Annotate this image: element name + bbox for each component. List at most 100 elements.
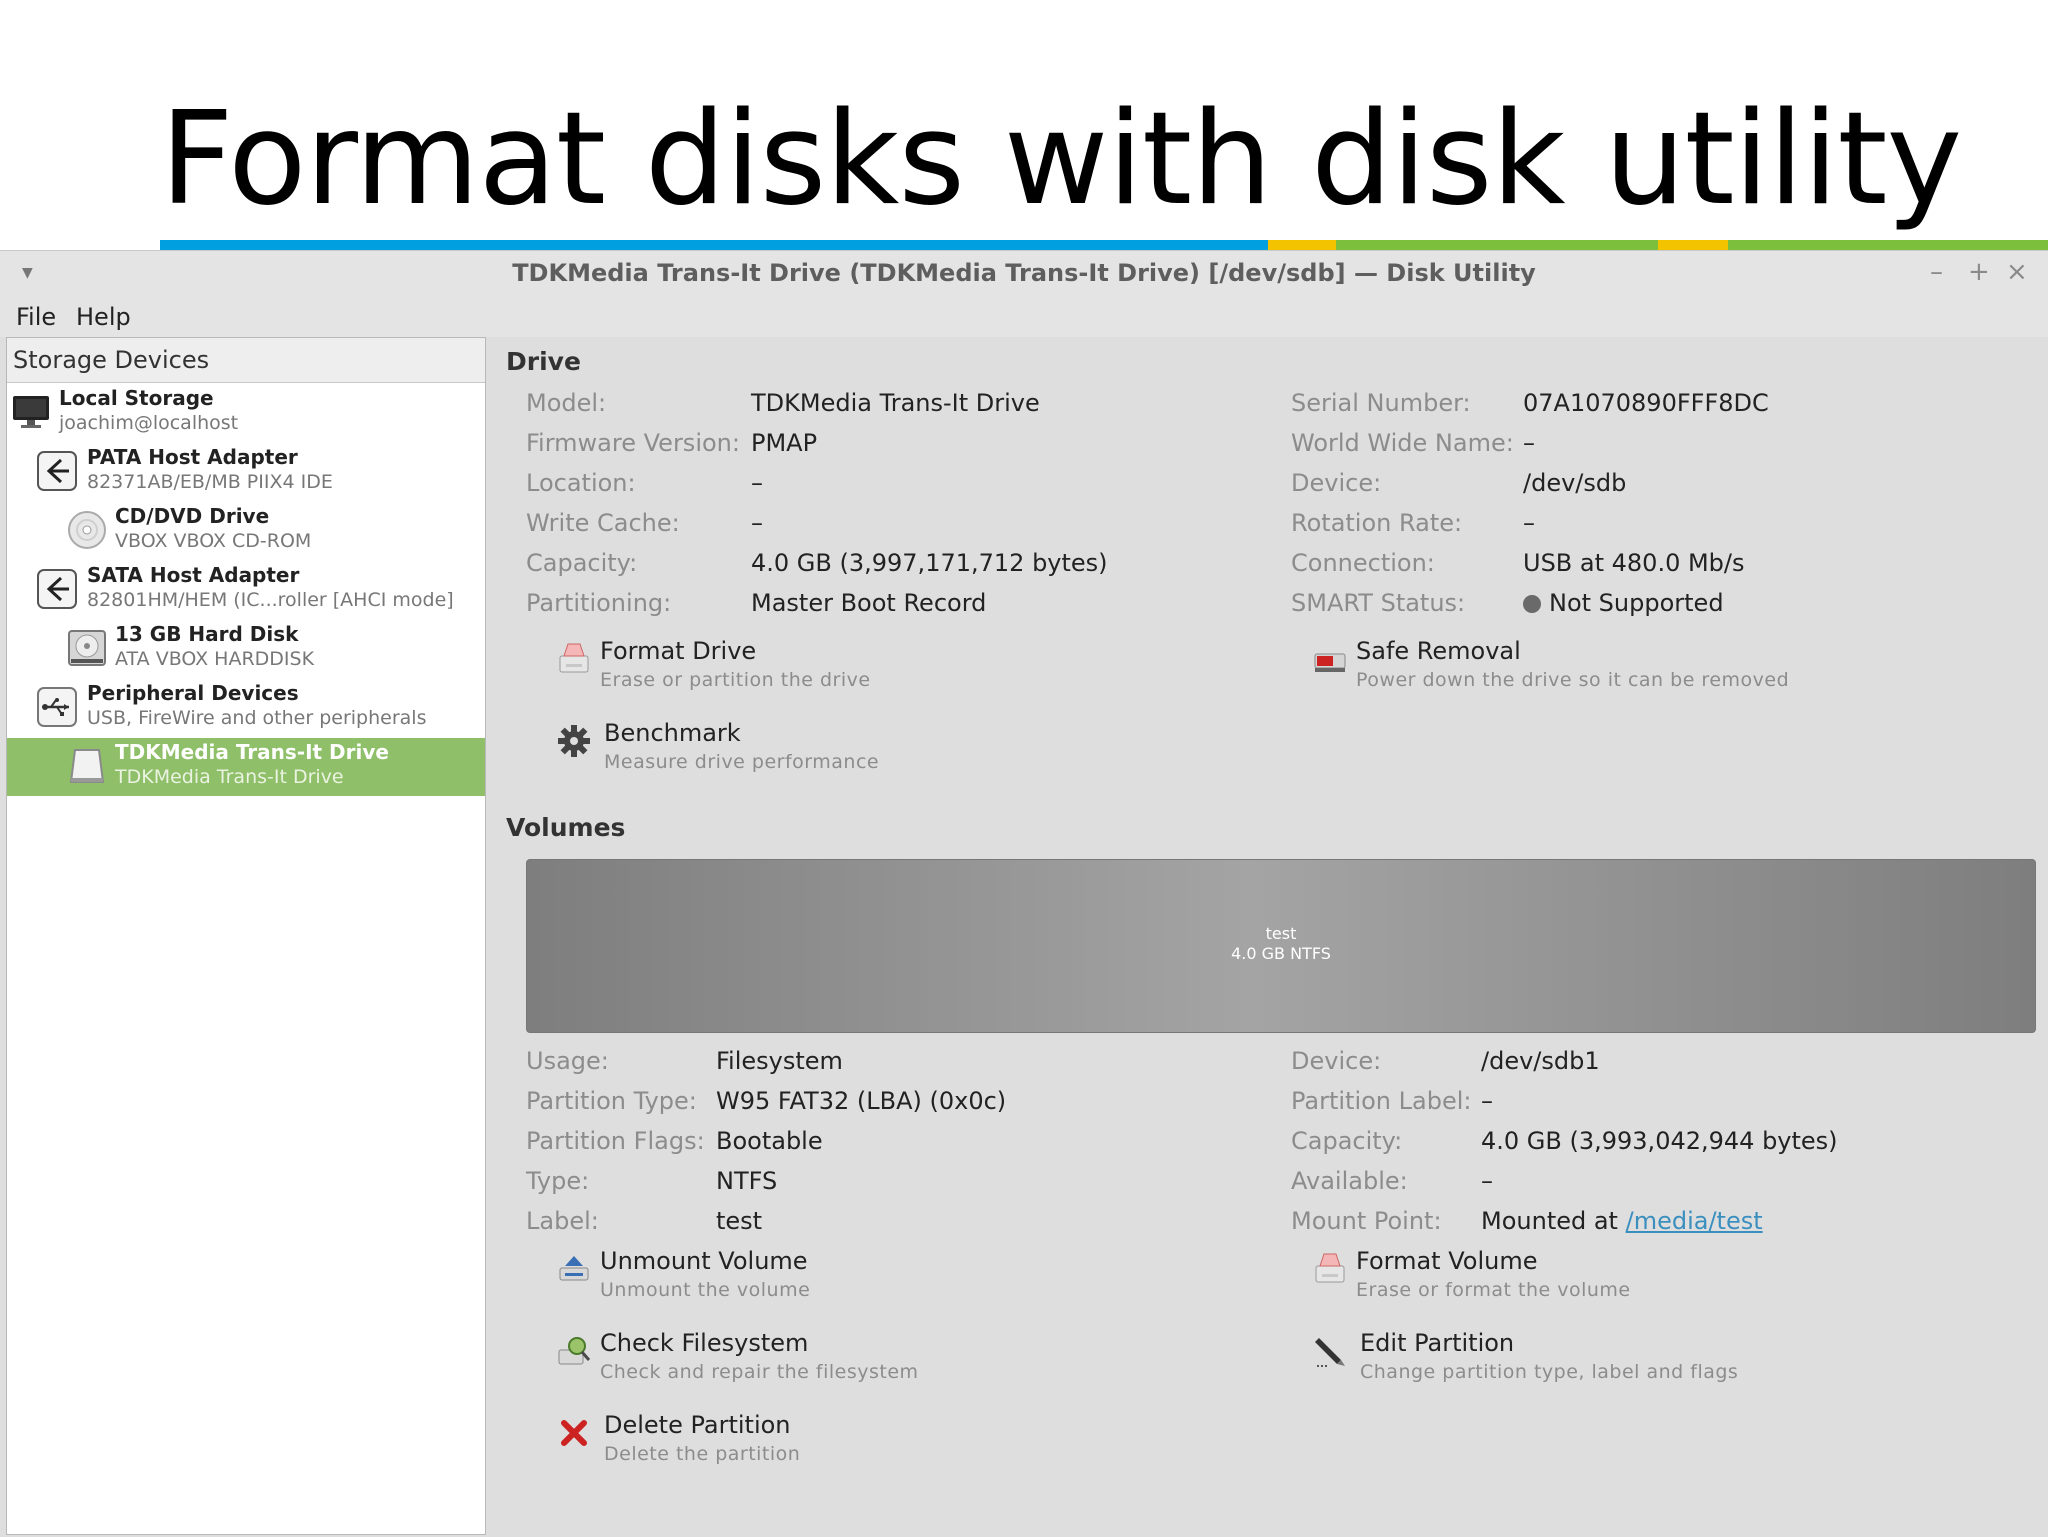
drive-value-partitioning: Master Boot Record <box>751 589 987 617</box>
delete-partition-title: Delete Partition <box>604 1411 791 1439</box>
device-name: TDKMedia Trans-It Drive <box>115 740 389 764</box>
smart-status-text: Not Supported <box>1549 589 1724 617</box>
safe-removal-title: Safe Removal <box>1356 637 1521 665</box>
volume-value-type: NTFS <box>716 1167 778 1195</box>
safe-removal-button[interactable]: Safe Removal Power down the drive so it … <box>1312 637 1872 697</box>
drive-label-write-cache: Write Cache: <box>526 509 680 537</box>
hard-disk-icon <box>67 628 107 668</box>
edit-partition-subtitle: Change partition type, label and flags <box>1360 1361 1739 1383</box>
drive-label-model: Model: <box>526 389 607 417</box>
device-subtitle: ATA VBOX HARDDISK <box>115 648 315 670</box>
volume-label-capacity: Capacity: <box>1291 1127 1403 1155</box>
format-drive-icon <box>556 641 592 677</box>
sidebar-header: Storage Devices <box>7 338 485 383</box>
device-details-panel: Drive Model: TDKMedia Trans-It Drive Fir… <box>484 337 2048 1537</box>
gear-icon <box>556 723 592 759</box>
unmount-volume-title: Unmount Volume <box>600 1247 808 1275</box>
disk-utility-window: ▼ TDKMedia Trans-It Drive (TDKMedia Tran… <box>0 250 2048 1537</box>
benchmark-button[interactable]: Benchmark Measure drive performance <box>556 719 976 779</box>
safe-removal-icon <box>1312 641 1348 677</box>
mount-point-prefix: Mounted at <box>1481 1207 1626 1235</box>
delete-partition-button[interactable]: Delete Partition Delete the partition <box>556 1411 976 1471</box>
accent-segment-blue <box>160 240 1268 250</box>
device-name: Peripheral Devices <box>87 681 299 705</box>
drive-label-wwn: World Wide Name: <box>1291 429 1514 457</box>
format-volume-title: Format Volume <box>1356 1247 1538 1275</box>
check-filesystem-button[interactable]: Check Filesystem Check and repair the fi… <box>556 1329 976 1389</box>
drive-value-location: – <box>751 469 763 497</box>
device-peripheral-devices[interactable]: Peripheral Devices USB, FireWire and oth… <box>7 679 485 737</box>
format-volume-icon <box>1312 1251 1348 1287</box>
volume-value-label: test <box>716 1207 763 1235</box>
drive-section-title: Drive <box>506 347 581 376</box>
device-name: 13 GB Hard Disk <box>115 622 299 646</box>
device-local-storage[interactable]: Local Storage joachim@localhost <box>7 384 485 442</box>
accent-segment-green <box>1336 240 1658 250</box>
format-drive-button[interactable]: Format Drive Erase or partition the driv… <box>556 637 976 697</box>
volume-label-usage: Usage: <box>526 1047 609 1075</box>
drive-value-capacity: 4.0 GB (3,997,171,712 bytes) <box>751 549 1108 577</box>
format-drive-title: Format Drive <box>600 637 757 665</box>
drive-label-serial: Serial Number: <box>1291 389 1471 417</box>
volume-label-device: Device: <box>1291 1047 1382 1075</box>
device-cd-dvd-drive[interactable]: CD/DVD Drive VBOX VBOX CD-ROM <box>7 502 485 560</box>
volume-value-available: – <box>1481 1167 1493 1195</box>
device-tdkmedia-drive[interactable]: TDKMedia Trans-It Drive TDKMedia Trans-I… <box>7 738 485 796</box>
maximize-button[interactable]: + <box>1968 257 1990 287</box>
device-pata-host-adapter[interactable]: PATA Host Adapter 82371AB/EB/MB PIIX4 ID… <box>7 443 485 501</box>
drive-label-firmware: Firmware Version: <box>526 429 740 457</box>
drive-label-smart: SMART Status: <box>1291 589 1466 617</box>
volume-name: test <box>1265 924 1297 943</box>
device-subtitle: USB, FireWire and other peripherals <box>87 707 427 729</box>
mount-point-link[interactable]: /media/test <box>1626 1207 1763 1235</box>
window-titlebar[interactable]: ▼ TDKMedia Trans-It Drive (TDKMedia Tran… <box>0 251 2048 295</box>
menu-help[interactable]: Help <box>76 303 131 331</box>
volume-value-partition-type: W95 FAT32 (LBA) (0x0c) <box>716 1087 1007 1115</box>
device-subtitle: 82801HM/HEM (IC...roller [AHCI mode] <box>87 589 454 611</box>
format-drive-subtitle: Erase or partition the drive <box>600 669 871 691</box>
format-volume-button[interactable]: Format Volume Erase or format the volume <box>1312 1247 1732 1307</box>
storage-devices-sidebar: Storage Devices Local Storage joachim@lo… <box>6 337 486 1535</box>
volume-label-available: Available: <box>1291 1167 1408 1195</box>
format-volume-subtitle: Erase or format the volume <box>1356 1279 1631 1301</box>
usb-icon <box>37 687 77 727</box>
volume-value-device: /dev/sdb1 <box>1481 1047 1600 1075</box>
monitor-icon <box>11 392 51 432</box>
drive-value-connection: USB at 480.0 Mb/s <box>1523 549 1745 577</box>
drive-label-location: Location: <box>526 469 636 497</box>
device-name: CD/DVD Drive <box>115 504 270 528</box>
volume-label-partition-flags: Partition Flags: <box>526 1127 705 1155</box>
volume-detail: 4.0 GB NTFS <box>1231 944 1331 963</box>
drive-label-partitioning: Partitioning: <box>526 589 672 617</box>
accent-segment-yellow <box>1658 240 1728 250</box>
device-hard-disk[interactable]: 13 GB Hard Disk ATA VBOX HARDDISK <box>7 620 485 678</box>
device-sata-host-adapter[interactable]: SATA Host Adapter 82801HM/HEM (IC...roll… <box>7 561 485 619</box>
unmount-volume-button[interactable]: Unmount Volume Unmount the volume <box>556 1247 976 1307</box>
close-button[interactable]: × <box>2006 257 2028 287</box>
check-filesystem-subtitle: Check and repair the filesystem <box>600 1361 919 1383</box>
minimize-button[interactable]: – <box>1930 257 1943 287</box>
drive-value-rotation: – <box>1523 509 1535 537</box>
volume-partition-bar[interactable]: test 4.0 GB NTFS <box>526 859 2036 1033</box>
volume-value-usage: Filesystem <box>716 1047 843 1075</box>
device-name: Local Storage <box>59 386 214 410</box>
menu-file[interactable]: File <box>16 303 56 331</box>
volume-label-partition-type: Partition Type: <box>526 1087 697 1115</box>
drive-value-firmware: PMAP <box>751 429 818 457</box>
safe-removal-subtitle: Power down the drive so it can be remove… <box>1356 669 1790 691</box>
drive-value-model: TDKMedia Trans-It Drive <box>751 389 1040 417</box>
device-name: SATA Host Adapter <box>87 563 300 587</box>
edit-partition-button[interactable]: Edit Partition Change partition type, la… <box>1312 1329 1872 1389</box>
accent-bar <box>160 240 2048 250</box>
delete-partition-subtitle: Delete the partition <box>604 1443 801 1465</box>
optical-drive-icon <box>67 510 107 550</box>
drive-value-serial: 07A1070890FFF8DC <box>1523 389 1769 417</box>
drive-label-rotation: Rotation Rate: <box>1291 509 1463 537</box>
benchmark-subtitle: Measure drive performance <box>604 751 880 773</box>
smart-status-dot-icon <box>1523 595 1541 613</box>
device-subtitle: joachim@localhost <box>59 412 239 434</box>
accent-segment-yellow <box>1268 240 1336 250</box>
volume-label-partition-label: Partition Label: <box>1291 1087 1472 1115</box>
delete-icon <box>556 1415 592 1451</box>
drive-value-write-cache: – <box>751 509 763 537</box>
